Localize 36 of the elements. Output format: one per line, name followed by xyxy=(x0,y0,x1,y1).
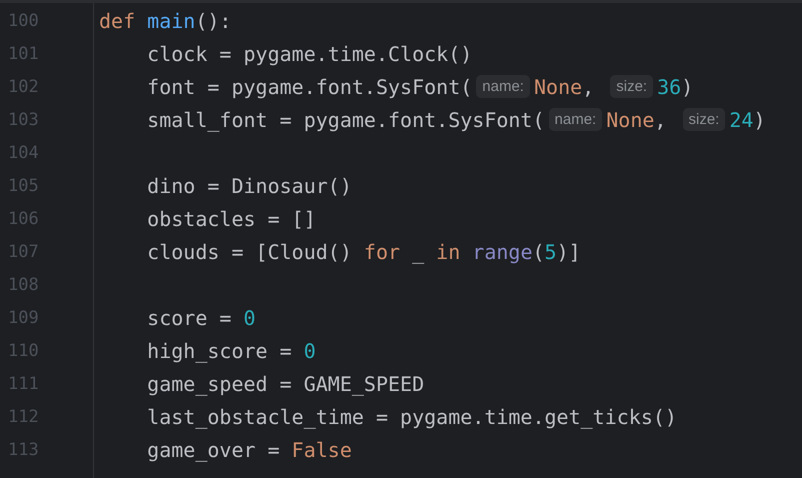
code-text: font = pygame.font.SysFont( xyxy=(146,74,472,98)
code-text: (): xyxy=(195,8,232,32)
code-text: , xyxy=(582,74,596,98)
code-text: game_speed = GAME_SPEED xyxy=(146,372,424,396)
code-text: game_over = xyxy=(146,438,281,462)
code-text: small_font = pygame.font.SysFont( xyxy=(146,108,545,132)
function-name: main xyxy=(147,8,196,32)
code-text: ) xyxy=(753,108,766,132)
code-text: _ xyxy=(411,240,426,264)
number-literal: 0 xyxy=(304,338,316,362)
code-text: ) xyxy=(681,74,694,98)
code-keyword: in xyxy=(436,240,462,264)
parameter-hint: size: xyxy=(610,75,654,98)
code-text: clock = pygame.time.Clock() xyxy=(146,42,472,66)
parameter-hint: size: xyxy=(682,108,726,131)
number-literal: 5 xyxy=(544,240,557,264)
code-keyword: None xyxy=(534,74,582,98)
builtin-name: range xyxy=(472,240,532,264)
number-literal: 36 xyxy=(657,74,682,98)
number-literal: 24 xyxy=(729,108,754,132)
code-text: dino = Dinosaur() xyxy=(146,174,352,198)
code-text: , xyxy=(654,108,668,132)
code-text: clouds = [Cloud() xyxy=(146,240,353,264)
code-text: ( xyxy=(532,240,545,264)
code-text: last_obstacle_time = pygame.time.get_ticks() xyxy=(146,404,677,428)
number-literal: 0 xyxy=(244,306,256,330)
parameter-hint: name: xyxy=(476,75,530,98)
code-keyword: False xyxy=(292,438,352,462)
code-keyword: for xyxy=(364,240,400,264)
parameter-hint: name: xyxy=(548,108,602,131)
code-text: obstacles = [] xyxy=(146,206,316,230)
code-text: score = xyxy=(146,306,232,330)
code-text: )] xyxy=(556,240,581,264)
code-keyword: def xyxy=(99,8,136,32)
code-keyword: None xyxy=(606,108,654,132)
code-text: high_score = xyxy=(146,338,293,362)
